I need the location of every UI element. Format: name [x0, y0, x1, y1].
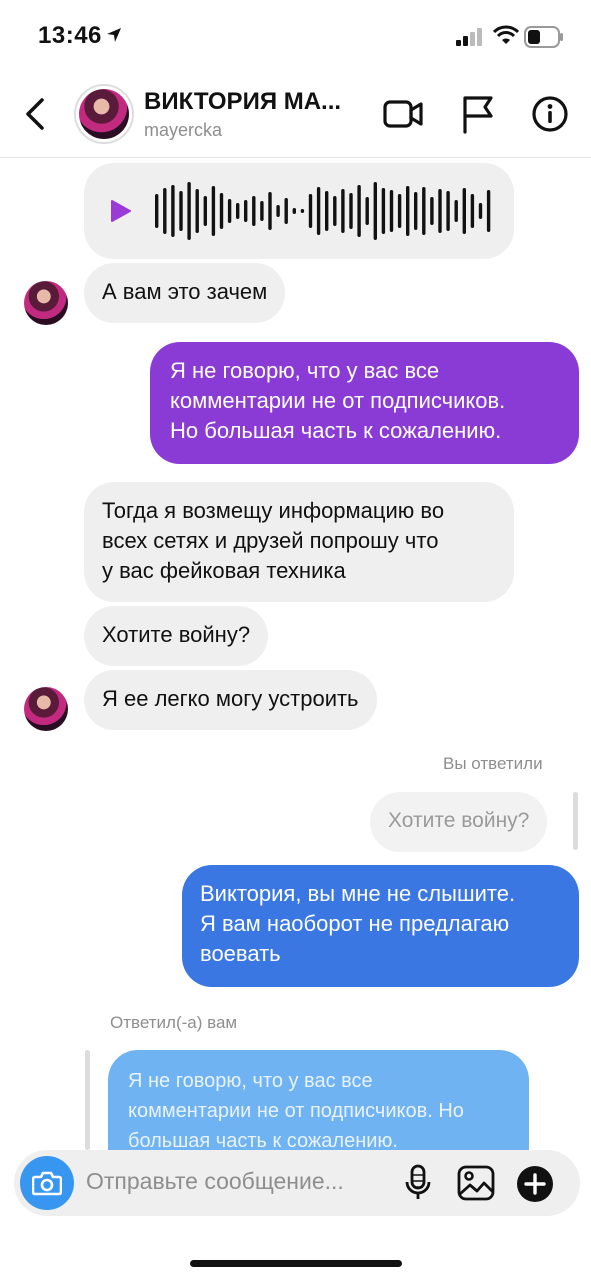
status-time: 13:46	[38, 22, 102, 49]
microphone-icon[interactable]	[404, 1164, 432, 1202]
contact-username[interactable]: mayercka	[144, 120, 222, 141]
waveform-bar	[260, 201, 264, 221]
contact-name[interactable]: ВИКТОРИЯ МА...	[144, 88, 341, 116]
waveform-bar	[454, 200, 458, 222]
reply-indicator-bar	[573, 792, 578, 850]
waveform-bar	[308, 194, 313, 228]
message-line: Тогда я возмещу информацию во	[102, 498, 445, 523]
gallery-icon[interactable]	[457, 1165, 495, 1201]
message-text: Я ее легко могу устроить	[102, 686, 359, 711]
message-composer	[14, 1150, 580, 1216]
message-line: воевать	[200, 941, 281, 966]
waveform-bar	[195, 189, 199, 233]
message-line: всех сетях и друзей попрошу что	[102, 528, 439, 553]
battery-icon	[524, 26, 563, 48]
waveform-bar	[446, 191, 450, 231]
waveform-bar	[227, 199, 232, 223]
waveform-bar	[155, 194, 159, 228]
waveform-bar	[438, 189, 442, 233]
message-bubble-incoming[interactable]: Хотите войну?	[84, 606, 269, 666]
waveform-bar	[171, 185, 175, 237]
waveform-bar	[292, 208, 296, 214]
voice-message[interactable]	[84, 163, 514, 259]
quoted-message[interactable]: Хотите войну?	[370, 792, 548, 852]
audio-waveform	[155, 182, 491, 240]
waveform-bar	[316, 187, 321, 235]
waveform-bar	[179, 191, 183, 231]
waveform-bar	[389, 190, 394, 232]
waveform-bar	[211, 186, 216, 236]
camera-icon	[32, 1171, 62, 1196]
reply-indicator-bar	[85, 1050, 90, 1150]
message-bubble-incoming[interactable]: Тогда я возмещу информацию во всех сетях…	[84, 482, 514, 602]
quoted-line: большая часть к сожалению.	[128, 1130, 398, 1150]
camera-button[interactable]	[20, 1156, 74, 1210]
message-line: Я вам наоборот не предлагаю	[200, 911, 510, 936]
sender-avatar[interactable]	[24, 687, 68, 731]
message-input[interactable]	[86, 1168, 386, 1195]
waveform-bar	[414, 192, 418, 230]
message-line: Виктория, вы мне не слышите.	[200, 881, 516, 906]
waveform-bar	[381, 188, 386, 234]
location-arrow-icon	[107, 28, 121, 42]
contact-avatar[interactable]	[74, 84, 134, 144]
waveform-bar	[163, 188, 167, 234]
message-bubble-incoming[interactable]: Я ее легко могу устроить	[84, 670, 377, 730]
waveform-bar	[325, 191, 329, 231]
quoted-message[interactable]: Я не говорю, что у вас все комментарии н…	[108, 1050, 529, 1150]
waveform-bar	[349, 193, 353, 229]
waveform-bar	[478, 203, 483, 219]
waveform-bar	[219, 193, 224, 229]
waveform-bar	[268, 192, 272, 230]
waveform-bar	[462, 188, 466, 234]
waveform-bar	[357, 185, 361, 237]
reply-label-incoming: Ответил(-а) вам	[110, 1013, 238, 1032]
waveform-bar	[236, 203, 240, 219]
waveform-bar	[430, 197, 434, 225]
waveform-bar	[341, 189, 345, 233]
play-icon[interactable]	[110, 199, 132, 223]
waveform-bar	[244, 200, 248, 222]
message-text: Хотите войну?	[102, 622, 251, 647]
plus-icon[interactable]	[516, 1165, 554, 1203]
waveform-bar	[373, 182, 377, 240]
chat-header: ВИКТОРИЯ МА... mayercka	[0, 72, 591, 158]
message-line: комментарии не от подписчиков.	[170, 388, 506, 413]
message-line: у вас фейковая техника	[102, 558, 346, 583]
message-line: Но большая часть к сожалению.	[170, 418, 502, 443]
waveform-bar	[406, 186, 410, 236]
waveform-bar	[187, 182, 191, 240]
message-bubble-outgoing[interactable]: Виктория, вы мне не слышите. Я вам наобо…	[182, 865, 579, 987]
message-text: А вам это зачем	[102, 279, 268, 304]
flag-icon[interactable]	[461, 94, 495, 134]
waveform-bar	[276, 205, 280, 217]
waveform-bar	[203, 196, 207, 226]
reply-label-outgoing: Вы ответили	[443, 754, 543, 773]
quoted-text: Хотите войну?	[388, 809, 530, 832]
sender-avatar[interactable]	[24, 281, 68, 325]
quoted-line: Я не говорю, что у вас все	[128, 1070, 373, 1092]
cellular-signal-icon	[456, 28, 482, 46]
home-indicator	[190, 1260, 402, 1267]
message-bubble-outgoing[interactable]: Я не говорю, что у вас все комментарии н…	[150, 342, 579, 464]
waveform-bar	[284, 198, 288, 224]
waveform-bar	[470, 194, 475, 228]
waveform-bar	[486, 190, 491, 232]
wifi-icon	[493, 25, 519, 44]
quoted-line: комментарии не от подписчиков. Но	[128, 1100, 464, 1122]
waveform-bar	[397, 194, 402, 228]
video-call-icon[interactable]	[383, 96, 423, 132]
waveform-bar	[333, 196, 337, 226]
status-bar: 13:46	[0, 0, 591, 72]
waveform-bar	[422, 187, 426, 235]
info-icon[interactable]	[531, 95, 569, 133]
back-chevron-icon[interactable]	[22, 96, 52, 132]
waveform-bar	[300, 209, 305, 213]
waveform-bar	[252, 196, 256, 226]
message-bubble-incoming[interactable]: А вам это зачем	[84, 263, 286, 323]
message-line: Я не говорю, что у вас все	[170, 358, 440, 383]
waveform-bar	[365, 197, 369, 225]
